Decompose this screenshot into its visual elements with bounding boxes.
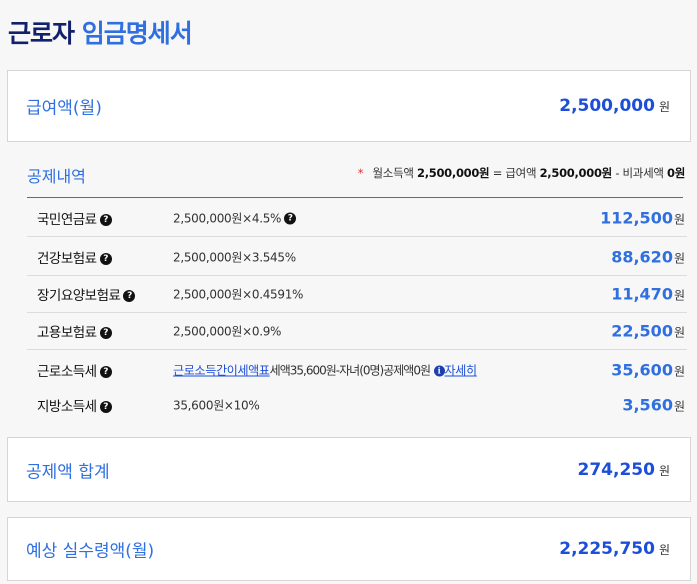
net-pay-unit: 원 [658, 543, 670, 557]
deduction-amount: 112,500원 [600, 208, 685, 227]
deduction-amount: 88,620원 [611, 247, 685, 266]
question-icon[interactable]: ? [99, 401, 112, 413]
deduction-formula: 2,500,000원×3.545% [173, 250, 296, 264]
deduction-amount: 35,600원 [611, 360, 685, 380]
deduction-total-unit: 원 [658, 463, 670, 478]
summary-eq: = [492, 166, 503, 180]
deduction-row-long-term-care: 장기요양보험료? 2,500,000원×0.4591% 11,470원 [27, 275, 687, 313]
deduction-total-box: 공제액 합계 274,250 원 [7, 437, 691, 502]
net-pay-box: 예상 실수령액(월) 2,225,750 원 [7, 517, 691, 581]
deduction-name: 국민연금료? [37, 208, 112, 228]
summary-pay-label: 급여액 [505, 166, 537, 180]
deduction-name: 건강보험료? [37, 247, 112, 267]
deduction-total-amount: 274,250 [577, 459, 655, 480]
deduction-name: 고용보험료? [37, 321, 112, 341]
question-icon[interactable]: ? [99, 213, 112, 226]
deductions-heading: 공제내역 [27, 167, 86, 186]
summary-minus: - [615, 166, 620, 180]
summary-monthly-income-label: 월소득액 [372, 166, 414, 180]
summary-star: * [357, 166, 364, 180]
deduction-row-income-tax: 근로소득세? 근로소득간이세액표세액35,600원-자녀(0명)공제액0원 i자… [27, 351, 687, 389]
net-pay-amount: 2,225,750 [559, 539, 655, 559]
net-pay-value: 2,225,750 원 [559, 539, 670, 559]
pay-box: 급여액(월) 2,500,000 원 [7, 70, 691, 142]
question-icon[interactable]: ? [123, 289, 136, 302]
deduction-name: 지방소득세? [37, 395, 112, 415]
deductions-summary: * 월소득액 2,500,000원 = 급여액 2,500,000원 - 비과세… [357, 165, 686, 181]
summary-monthly-income-value: 2,500,000원 [417, 166, 490, 180]
page-title-part1: 근로자 [8, 19, 75, 48]
question-icon[interactable]: ? [284, 212, 297, 225]
deduction-amount: 22,500원 [611, 321, 685, 340]
pay-amount: 2,500,000 [559, 96, 655, 116]
deduction-row-health-insurance: 건강보험료? 2,500,000원×3.545% 88,620원 [27, 238, 687, 276]
info-icon[interactable]: i [433, 365, 445, 377]
deduction-row-national-pension: 국민연금료? 2,500,000원×4.5%? 112,500원 [27, 199, 687, 237]
deduction-amount: 3,560원 [622, 395, 685, 415]
deduction-formula: 2,500,000원×0.4591% [173, 287, 304, 301]
deduction-name: 근로소득세? [37, 360, 112, 380]
deduction-row-local-income-tax: 지방소득세? 35,600원×10% 3,560원 [27, 386, 687, 424]
deduction-total-label: 공제액 합계 [26, 462, 110, 482]
deductions-divider [27, 197, 683, 198]
detail-link[interactable]: 자세히 [445, 364, 478, 378]
pay-label: 급여액(월) [26, 98, 102, 119]
page-title: 근로자 임금명세서 [8, 14, 193, 50]
pay-unit: 원 [658, 100, 670, 114]
deduction-amount: 11,470원 [611, 284, 685, 303]
deduction-formula: 35,600원×10% [173, 398, 260, 413]
deduction-row-employment-insurance: 고용보험료? 2,500,000원×0.9% 22,500원 [27, 312, 687, 350]
pay-value: 2,500,000 원 [559, 96, 670, 116]
income-tax-detail-text: 세액35,600원-자녀(0명)공제액0원 [269, 363, 431, 378]
deduction-formula: 근로소득간이세액표세액35,600원-자녀(0명)공제액0원 i 자세히 [173, 362, 477, 379]
summary-nontax-value: 0원 [667, 166, 685, 180]
deduction-total-value: 274,250 원 [578, 460, 670, 480]
page-title-part2: 임금명세서 [81, 19, 193, 48]
deduction-name: 장기요양보험료? [37, 284, 136, 304]
question-icon[interactable]: ? [99, 366, 112, 378]
deduction-formula: 2,500,000원×4.5%? [173, 209, 297, 226]
summary-nontax-label: 비과세액 [622, 166, 664, 180]
question-icon[interactable]: ? [99, 326, 112, 339]
tax-table-link[interactable]: 근로소득간이세액표 [173, 364, 270, 378]
net-pay-label: 예상 실수령액(월) [26, 541, 155, 562]
deduction-formula: 2,500,000원×0.9% [173, 324, 282, 338]
question-icon[interactable]: ? [99, 252, 112, 265]
summary-pay-value: 2,500,000원 [539, 166, 613, 180]
